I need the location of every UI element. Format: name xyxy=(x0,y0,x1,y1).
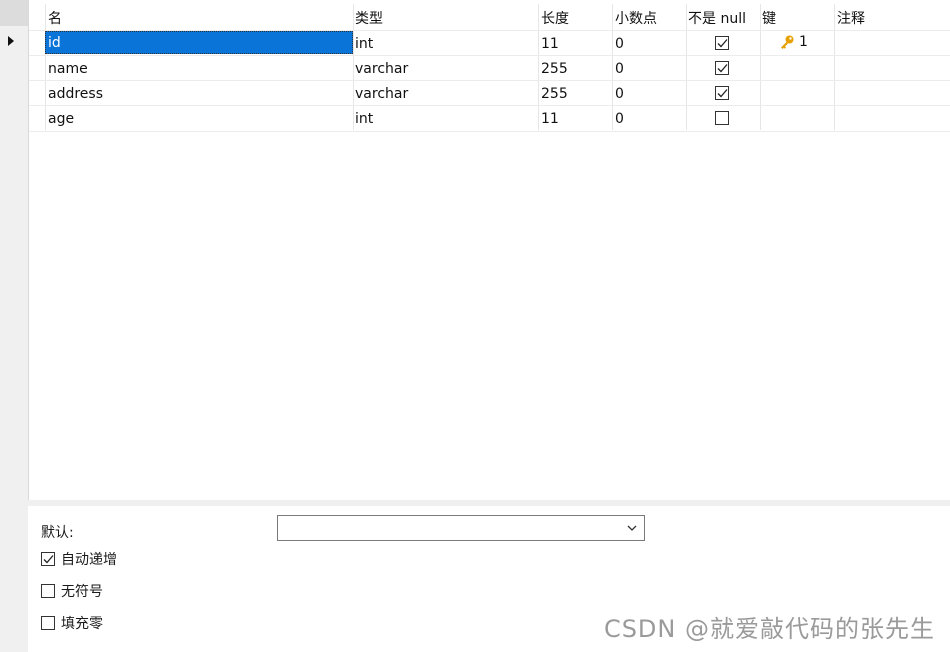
checkmark-icon xyxy=(717,89,728,98)
field-type-cell[interactable]: int xyxy=(355,36,373,52)
primary-key-indicator: 1 xyxy=(779,34,808,50)
table-row[interactable]: age int 11 0 xyxy=(29,105,950,132)
field-length-cell[interactable]: 11 xyxy=(541,111,559,127)
field-decimals-cell[interactable]: 0 xyxy=(615,36,624,52)
col-header-decimals[interactable]: 小数点 xyxy=(615,8,657,28)
checkmark-icon xyxy=(717,39,728,48)
auto-increment-checkbox[interactable] xyxy=(41,552,55,566)
key-order: 1 xyxy=(799,34,808,50)
not-null-checkbox[interactable] xyxy=(715,86,729,100)
field-type-cell[interactable]: varchar xyxy=(355,61,408,77)
default-value-select[interactable] xyxy=(277,515,645,541)
zerofill-label: 填充零 xyxy=(61,616,103,632)
zerofill-checkbox[interactable] xyxy=(41,616,55,630)
auto-increment-option[interactable]: 自动递增 xyxy=(41,549,117,569)
field-decimals-cell[interactable]: 0 xyxy=(615,86,624,102)
auto-increment-label: 自动递增 xyxy=(61,552,117,568)
row-selector-gutter xyxy=(0,0,28,652)
field-type-cell[interactable]: varchar xyxy=(355,86,408,102)
unsigned-label: 无符号 xyxy=(61,584,103,600)
field-name-cell[interactable]: address xyxy=(48,86,103,102)
triangle-right-icon xyxy=(8,36,14,46)
watermark-text: CSDN @就爱敲代码的张先生 xyxy=(603,615,935,643)
col-header-length[interactable]: 长度 xyxy=(541,8,569,28)
gutter-corner xyxy=(0,0,28,26)
not-null-checkbox[interactable] xyxy=(715,111,729,125)
table-design-view: 名 类型 长度 小数点 不是 null 键 注释 id int 11 0 1 n… xyxy=(0,0,950,652)
col-header-not-null[interactable]: 不是 null xyxy=(688,8,746,28)
field-name-cell[interactable]: age xyxy=(48,111,74,127)
field-length-cell[interactable]: 11 xyxy=(541,36,559,52)
col-header-name[interactable]: 名 xyxy=(48,8,62,28)
col-header-comment[interactable]: 注释 xyxy=(837,8,865,28)
default-label: 默认: xyxy=(41,525,74,541)
checkmark-icon xyxy=(43,555,54,564)
table-row[interactable]: id int 11 0 1 xyxy=(29,30,950,56)
unsigned-option[interactable]: 无符号 xyxy=(41,581,103,601)
table-row[interactable]: address varchar 255 0 xyxy=(29,80,950,106)
col-header-key[interactable]: 键 xyxy=(762,8,776,28)
checkmark-icon xyxy=(717,64,728,73)
field-decimals-cell[interactable]: 0 xyxy=(615,61,624,77)
col-header-type[interactable]: 类型 xyxy=(355,8,383,28)
not-null-checkbox[interactable] xyxy=(715,61,729,75)
field-name-cell[interactable]: id xyxy=(45,31,353,54)
unsigned-checkbox[interactable] xyxy=(41,584,55,598)
field-decimals-cell[interactable]: 0 xyxy=(615,111,624,127)
key-icon xyxy=(781,35,794,49)
field-length-cell[interactable]: 255 xyxy=(541,61,568,77)
not-null-checkbox[interactable] xyxy=(715,36,729,50)
zerofill-option[interactable]: 填充零 xyxy=(41,613,103,633)
table-row[interactable]: name varchar 255 0 xyxy=(29,55,950,81)
fields-grid[interactable]: 名 类型 长度 小数点 不是 null 键 注释 id int 11 0 1 n… xyxy=(8,0,950,500)
chevron-down-icon xyxy=(627,525,637,531)
field-type-cell[interactable]: int xyxy=(355,111,373,127)
field-length-cell[interactable]: 255 xyxy=(541,86,568,102)
field-name-cell[interactable]: name xyxy=(48,61,88,77)
grid-header: 名 类型 长度 小数点 不是 null 键 注释 xyxy=(29,0,950,30)
